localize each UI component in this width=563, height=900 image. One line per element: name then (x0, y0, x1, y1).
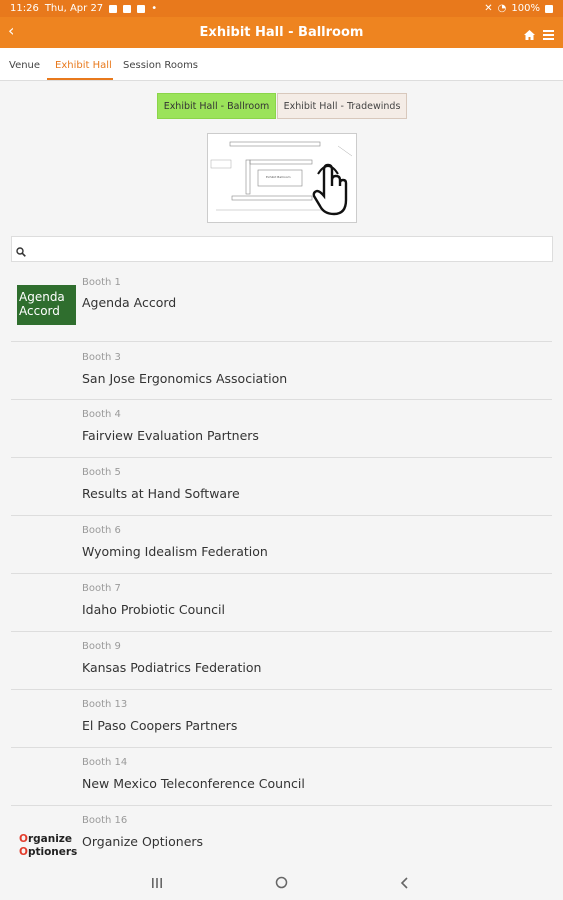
exhibitor-name: Wyoming Idealism Federation (82, 544, 268, 559)
tab-bar: Venue Exhibit Hall Session Rooms (0, 48, 563, 81)
exhibitor-name: Results at Hand Software (82, 486, 240, 501)
booth-number: Booth 14 (82, 757, 128, 768)
status-time: 11:26 (10, 3, 39, 14)
app-bar: ‹ Exhibit Hall - Ballroom (0, 17, 563, 48)
list-item[interactable]: Agenda Accord Booth 1 Agenda Accord (11, 267, 552, 342)
battery-percent: 100% (511, 3, 540, 14)
recents-icon[interactable] (151, 874, 163, 893)
active-tab-indicator (47, 78, 113, 80)
booth-number: Booth 16 (82, 815, 128, 826)
home-icon[interactable] (524, 25, 535, 44)
tab-session-rooms[interactable]: Session Rooms (123, 60, 198, 71)
status-bar: 11:26 Thu, Apr 27 • ✕ ◔ 100% (0, 0, 563, 17)
system-nav-bar (0, 864, 563, 900)
exhibitor-name: Organize Optioners (82, 834, 204, 849)
status-date: Thu, Apr 27 (44, 3, 104, 14)
exhibitor-name: El Paso Coopers Partners (82, 718, 238, 733)
booth-number: Booth 5 (82, 467, 121, 478)
search-icon (16, 242, 26, 261)
exhibitor-name: Idaho Probiotic Council (82, 602, 225, 617)
booth-number: Booth 4 (82, 409, 121, 420)
map-label: Exhibit Ballroom (266, 175, 291, 179)
booth-number: Booth 7 (82, 583, 121, 594)
booth-list: Agenda Accord Booth 1 Agenda Accord Boot… (11, 267, 552, 866)
booth-number: Booth 3 (82, 352, 121, 363)
tab-exhibit-hall[interactable]: Exhibit Hall (55, 60, 112, 71)
list-item[interactable]: Booth 5 Results at Hand Software (11, 458, 552, 516)
booth-number: Booth 1 (82, 277, 121, 288)
logo-text: Agenda Accord (19, 290, 65, 318)
notification-icon (109, 4, 118, 13)
battery-icon (545, 4, 553, 13)
mute-icon: ✕ (484, 3, 493, 14)
segment-ballroom[interactable]: Exhibit Hall - Ballroom (157, 93, 276, 119)
logo-text: rganize (27, 833, 73, 845)
settings-notification-icon (123, 4, 132, 13)
page-title: Exhibit Hall - Ballroom (199, 25, 364, 40)
exhibitor-name: New Mexico Teleconference Council (82, 776, 305, 791)
list-item[interactable]: Booth 14 New Mexico Teleconference Counc… (11, 748, 552, 806)
booth-number: Booth 13 (82, 699, 128, 710)
exhibitor-name: Agenda Accord (82, 295, 177, 310)
logo-letter: O (19, 833, 28, 845)
company-logo: Organize Optioners (19, 833, 77, 859)
logo-letter: O (19, 846, 28, 858)
back-nav-icon[interactable] (400, 874, 410, 893)
app-notification-icon (137, 4, 146, 13)
search-input[interactable] (30, 240, 549, 258)
list-item[interactable]: Booth 3 San Jose Ergonomics Association (11, 342, 552, 400)
search-bar (11, 236, 553, 262)
exhibitor-name: Fairview Evaluation Partners (82, 428, 259, 443)
segment-tradewinds[interactable]: Exhibit Hall - Tradewinds (277, 93, 407, 119)
more-dot-icon: • (151, 3, 158, 14)
hand-pointer-icon (312, 160, 352, 222)
floor-map-thumbnail[interactable]: Exhibit Ballroom (207, 133, 357, 223)
booth-number: Booth 6 (82, 525, 121, 536)
menu-icon[interactable] (543, 25, 554, 44)
booth-number: Booth 9 (82, 641, 121, 652)
company-logo: Agenda Accord (17, 285, 76, 325)
list-item[interactable]: Booth 9 Kansas Podiatrics Federation (11, 632, 552, 690)
back-arrow-icon[interactable]: ‹ (8, 21, 14, 40)
exhibitor-name: Kansas Podiatrics Federation (82, 660, 262, 675)
logo-text: ptioners (27, 846, 78, 858)
exhibitor-name: San Jose Ergonomics Association (82, 371, 288, 386)
list-item[interactable]: Booth 13 El Paso Coopers Partners (11, 690, 552, 748)
wifi-icon: ◔ (497, 3, 507, 14)
tab-venue[interactable]: Venue (9, 60, 40, 71)
list-item[interactable]: Booth 7 Idaho Probiotic Council (11, 574, 552, 632)
home-nav-icon[interactable] (275, 874, 288, 893)
list-item[interactable]: Organize Optioners Booth 16 Organize Opt… (11, 806, 552, 866)
list-item[interactable]: Booth 4 Fairview Evaluation Partners (11, 400, 552, 458)
list-item[interactable]: Booth 6 Wyoming Idealism Federation (11, 516, 552, 574)
